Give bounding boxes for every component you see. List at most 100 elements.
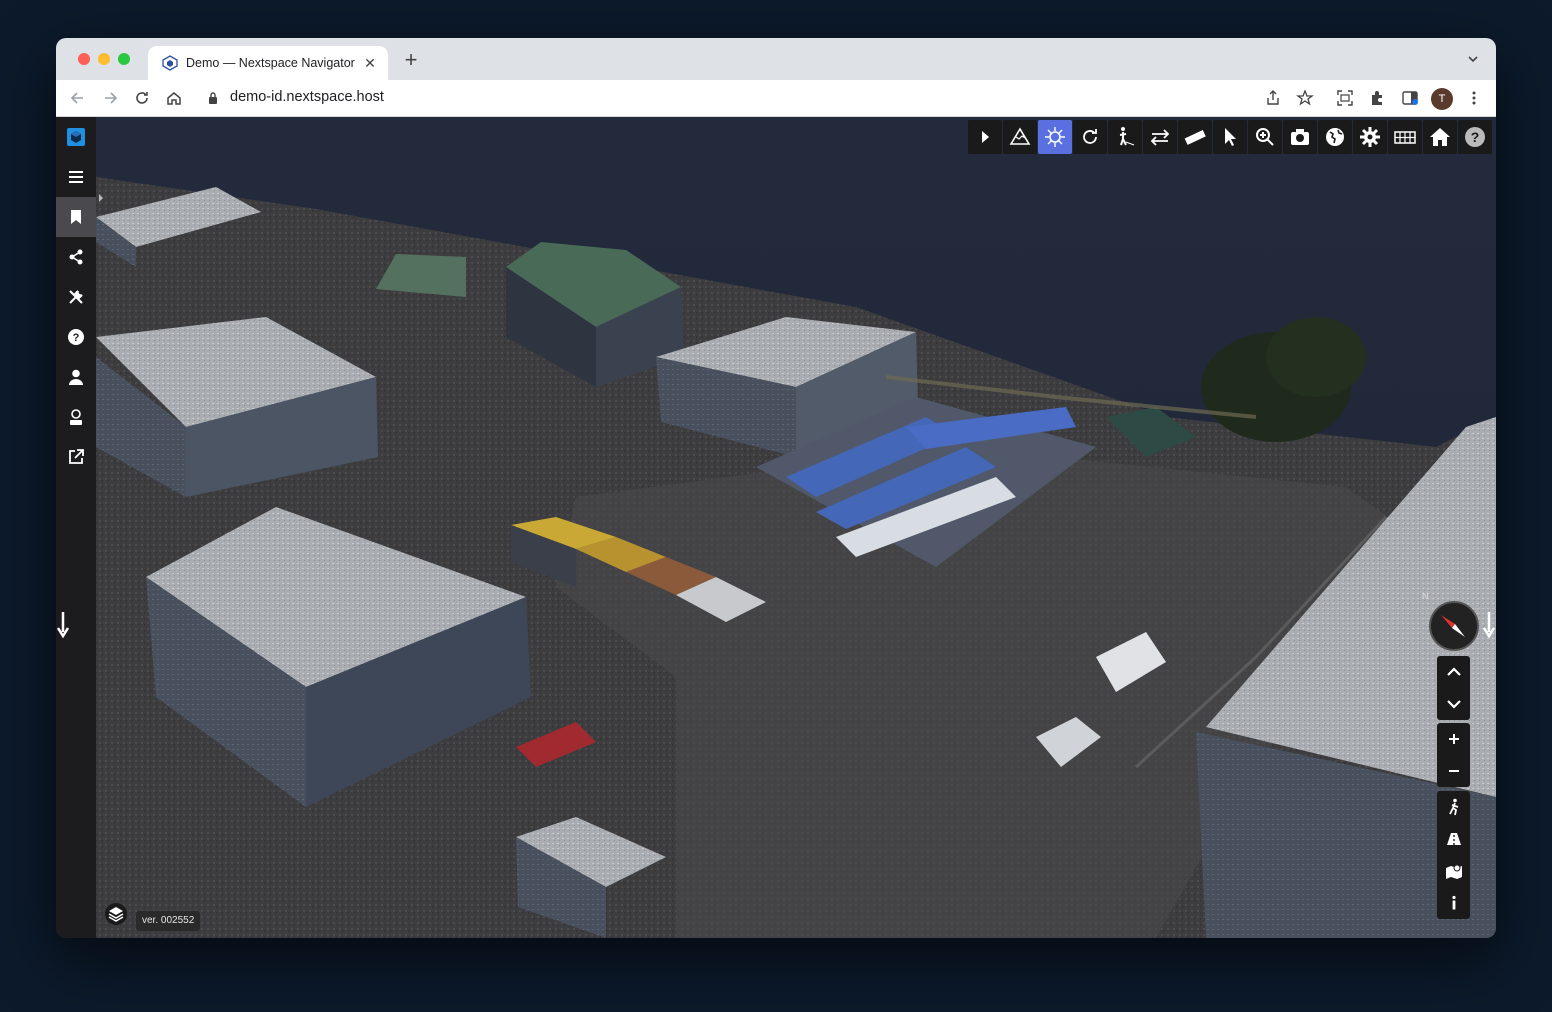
browser-toolbar: demo-id.nextspace.host T: [56, 80, 1496, 117]
tab-close-icon[interactable]: ✕: [362, 55, 378, 72]
bookmarks-button[interactable]: [56, 197, 96, 237]
point-cloud-scene[interactable]: [56, 117, 1496, 938]
svg-text:?: ?: [1471, 129, 1480, 145]
walk-button[interactable]: [1108, 120, 1142, 154]
maximize-window-button[interactable]: [118, 53, 130, 65]
walk-icon: [1448, 798, 1458, 816]
menu-icon: [69, 171, 83, 183]
zoom-in-button[interactable]: [1437, 723, 1470, 755]
layers-icon[interactable]: [104, 902, 128, 926]
globe-icon: [1326, 128, 1344, 146]
external-link-button[interactable]: [56, 437, 96, 477]
home-icon: [1430, 128, 1450, 146]
zoom-controls: [1437, 723, 1470, 787]
zoom-icon: [1256, 128, 1274, 146]
pitch-controls: [1437, 656, 1470, 720]
left-sidebar: ?: [56, 117, 96, 938]
browser-tab[interactable]: Demo — Nextspace Navigator ✕: [148, 46, 388, 80]
compass-needle-icon: [1441, 615, 1465, 637]
terrain-button[interactable]: [1003, 120, 1037, 154]
sidebar-expand-icon[interactable]: [96, 189, 106, 207]
measure-ruler-icon: [1184, 130, 1206, 145]
settings-button[interactable]: [1353, 120, 1387, 154]
home-icon[interactable]: [164, 88, 184, 108]
globe-button[interactable]: [1318, 120, 1352, 154]
lighting-icon: [1045, 127, 1065, 147]
home-view-button[interactable]: [1423, 120, 1457, 154]
new-tab-button[interactable]: +: [400, 49, 422, 71]
pitch-up-button[interactable]: [1437, 656, 1470, 688]
extensions-icon[interactable]: [1369, 89, 1387, 107]
road-mode-button[interactable]: [1437, 823, 1470, 855]
menu-button[interactable]: [56, 157, 96, 197]
minus-icon: [1448, 770, 1459, 772]
tilt-right-icon[interactable]: [1482, 610, 1496, 640]
external-link-icon: [69, 449, 84, 464]
compass[interactable]: [1429, 601, 1479, 651]
tab-strip: Demo — Nextspace Navigator ✕ +: [56, 38, 1496, 80]
back-icon[interactable]: [68, 88, 88, 108]
settings-icon: [1360, 127, 1380, 147]
nextspace-favicon-icon: [162, 55, 178, 71]
share-page-icon[interactable]: [1264, 89, 1282, 107]
swap-icon: [1150, 129, 1170, 146]
plus-icon: [1448, 734, 1459, 744]
tools-icon: [69, 290, 83, 304]
viewer-icon: [70, 409, 82, 425]
rotate-button[interactable]: [1073, 120, 1107, 154]
user-icon: [69, 369, 83, 385]
camera-button[interactable]: [1283, 120, 1317, 154]
forward-icon[interactable]: [100, 88, 120, 108]
svg-text:?: ?: [73, 332, 80, 344]
tilt-left-icon[interactable]: [56, 610, 70, 640]
terrain-icon: [1009, 127, 1031, 145]
logo-cube-icon: [67, 128, 85, 146]
info-button[interactable]: [1437, 887, 1470, 919]
play-button[interactable]: [968, 120, 1002, 154]
bookmark-icon: [71, 210, 81, 224]
zoom-button[interactable]: [1248, 120, 1282, 154]
chevron-down-icon[interactable]: [1466, 52, 1480, 66]
user-button[interactable]: [56, 357, 96, 397]
zoom-out-button[interactable]: [1437, 755, 1470, 787]
walk-icon: [1119, 127, 1135, 146]
pitch-down-button[interactable]: [1437, 688, 1470, 720]
swap-button[interactable]: [1143, 120, 1177, 154]
camera-icon: [1291, 129, 1309, 145]
grid-button[interactable]: [1388, 120, 1422, 154]
tools-button[interactable]: [56, 277, 96, 317]
app-viewport: ? ? N ver. 002552: [56, 117, 1496, 938]
help-button[interactable]: ?: [56, 317, 96, 357]
share-button[interactable]: [56, 237, 96, 277]
select-cursor-icon: [1225, 128, 1236, 146]
close-window-button[interactable]: [78, 53, 90, 65]
sidebar-panel-icon[interactable]: [1401, 89, 1419, 107]
grid-icon: [1394, 131, 1416, 144]
share-icon: [69, 249, 83, 265]
compass-north-label: N: [1422, 591, 1429, 601]
tab-title: Demo — Nextspace Navigator: [186, 56, 355, 70]
lighting-button[interactable]: [1038, 120, 1072, 154]
viewer-button[interactable]: [56, 397, 96, 437]
map-mode-button[interactable]: [1437, 855, 1470, 887]
select-button[interactable]: [1213, 120, 1247, 154]
lock-icon[interactable]: [208, 91, 218, 105]
address-bar[interactable]: demo-id.nextspace.host: [230, 89, 384, 105]
rotate-icon: [1083, 129, 1097, 144]
road-icon: [1446, 833, 1461, 845]
help-tool-button[interactable]: ?: [1458, 120, 1492, 154]
viewer-toolbar: ?: [968, 120, 1492, 154]
chevron-up-icon: [1446, 667, 1461, 676]
browser-window: Demo — Nextspace Navigator ✕ + demo-id.n…: [56, 38, 1496, 938]
star-bookmark-icon[interactable]: [1296, 89, 1314, 107]
minimize-window-button[interactable]: [98, 53, 110, 65]
app-logo-button[interactable]: [56, 117, 96, 157]
help-icon: ?: [1465, 127, 1485, 147]
info-icon: [1451, 895, 1456, 910]
walk-mode-button[interactable]: [1437, 791, 1470, 823]
measure-button[interactable]: [1178, 120, 1212, 154]
profile-avatar[interactable]: T: [1431, 88, 1453, 110]
screen-capture-icon[interactable]: [1336, 89, 1354, 107]
reload-icon[interactable]: [132, 88, 152, 108]
kebab-menu-icon[interactable]: [1465, 89, 1483, 107]
